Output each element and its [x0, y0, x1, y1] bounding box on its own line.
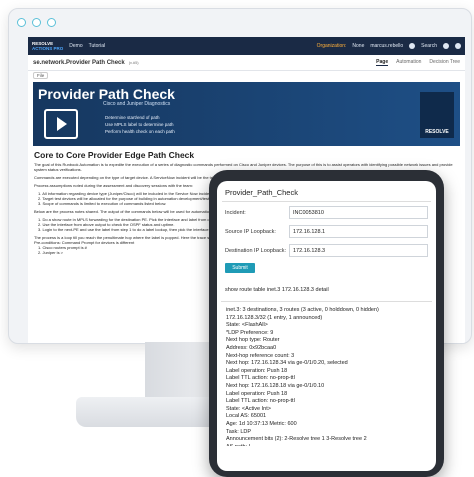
output-line: Task: LDP [226, 428, 252, 435]
hero-banner: Provider Path Check Cisco and Juniper Di… [33, 82, 460, 146]
org-label: Organization: [316, 43, 347, 49]
output-line: AS path: I [226, 444, 427, 446]
org-selector[interactable]: None [352, 43, 364, 49]
search-icon[interactable] [409, 43, 416, 49]
output-line: Local AS: 65001 [226, 413, 267, 420]
output-line: Label TTL action: no-prop-ttl [226, 398, 295, 405]
output-line: Label operation: Push 18 [226, 390, 288, 397]
file-button[interactable]: File [33, 72, 49, 79]
output-line: Next hop type: Router [226, 337, 280, 344]
banner-title: Provider Path Check [38, 86, 175, 102]
form-fields: Incident: INC0053810 Source IP Loopback:… [222, 202, 431, 261]
window-dot [17, 18, 26, 27]
window-dot [47, 18, 56, 27]
submit-button[interactable]: Submit [225, 263, 255, 273]
output-line: Age: 1d 10:37:13 Metric: 600 [226, 420, 297, 427]
output-line: *LDP Preference: 9 [226, 329, 274, 336]
command-output: inet.3: 3 destinations, 3 routes (3 acti… [221, 301, 432, 446]
top-navbar: RESOLVE ACTIONS PRO Demo Tutorial Organi… [28, 37, 465, 55]
user-icon[interactable] [455, 43, 461, 49]
destination-ip-label: Destination IP Loopback: [225, 247, 287, 254]
banner-subtitle: Cisco and Juniper Diagnostics [103, 101, 171, 107]
resolve-badge: RESOLVE [420, 92, 454, 138]
output-line: State: <FlashAll> [226, 322, 268, 329]
source-ip-field[interactable]: 172.16.128.1 [289, 225, 428, 238]
destination-ip-field[interactable]: 172.16.128.3 [289, 244, 428, 257]
window-dot [32, 18, 41, 27]
banner-bullet: Perform health check on each path [105, 129, 175, 134]
phone-screen: Provider_Path_Check Incident: INC0053810… [217, 181, 436, 471]
output-line: Announcement bits (2): 2-Resolve tree 1 … [226, 436, 367, 443]
command-text: show route table inet.3 172.16.128.3 det… [225, 287, 329, 293]
output-line: 172.16.128.3/32 (1 entry, 1 announced) [226, 314, 323, 321]
phone-device: Provider_Path_Check Incident: INC0053810… [209, 170, 444, 477]
tab-page[interactable]: Page [376, 59, 389, 66]
search-input[interactable]: Search [421, 43, 437, 49]
banner-bullet: Use MPLS label to determine path [105, 122, 174, 127]
logo-bottom: ACTIONS PRO [32, 46, 64, 51]
nav-tutorial[interactable]: Tutorial [89, 43, 106, 49]
nav-demo[interactable]: Demo [69, 43, 82, 49]
play-icon[interactable] [44, 109, 78, 139]
output-line: inet.3: 3 destinations, 3 routes (3 acti… [226, 307, 379, 313]
page-header: se.network.Provider Path Check (v.#5) Pa… [28, 55, 465, 71]
output-line: Label TTL action: no-prop-ttl [226, 375, 295, 382]
output-line: Next-hop reference count: 3 [226, 352, 295, 359]
form-title: Provider_Path_Check [222, 185, 431, 202]
incident-field[interactable]: INC0053810 [289, 206, 428, 219]
tab-automation[interactable]: Automation [396, 59, 421, 66]
page-tabs: Page Automation Decision Tree [376, 59, 460, 66]
tab-decision-tree[interactable]: Decision Tree [429, 59, 460, 66]
incident-label: Incident: [225, 209, 246, 216]
app-logo[interactable]: RESOLVE ACTIONS PRO [32, 41, 63, 51]
page-title: se.network.Provider Path Check [33, 59, 125, 66]
output-line: Address: 0x92bcaa0 [226, 344, 277, 351]
file-toolbar: File [28, 71, 465, 80]
user-menu[interactable]: marcus.rebello [370, 43, 403, 49]
output-line: State: <Active Int> [226, 405, 271, 412]
source-ip-label: Source IP Loopback: [225, 228, 276, 235]
provider-path-form: Provider_Path_Check Incident: INC0053810… [222, 185, 431, 273]
output-line: Next hop: 172.16.128.34 via ge-0/1/0.20,… [226, 360, 348, 367]
doc-heading: Core to Core Provider Edge Path Check [34, 150, 195, 160]
banner-bullet: Determine start/end of path [105, 115, 160, 120]
output-line: Next hop: 172.16.128.18 via ge-0/1/0.10 [226, 382, 325, 389]
window-dots [17, 18, 56, 27]
output-line: Label operation: Push 18 [226, 367, 288, 374]
gear-icon[interactable] [443, 43, 449, 49]
version-badge: (v.#5) [128, 60, 139, 65]
